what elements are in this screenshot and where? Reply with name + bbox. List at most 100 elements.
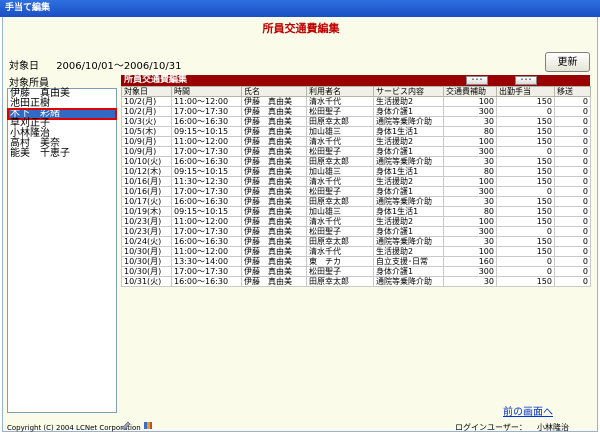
- table-cell: 10/2(月): [121, 96, 172, 107]
- table-cell: 伊藤 真由美: [241, 136, 307, 147]
- table-cell: 150: [496, 246, 555, 257]
- table-cell: 09:15～10:15: [171, 126, 242, 137]
- back-link[interactable]: 前の画面へ: [503, 403, 553, 418]
- table-cell: 身体1生活1: [373, 206, 444, 217]
- table-cell: 生活援助2: [373, 216, 444, 227]
- table-cell: 身体介護1: [373, 266, 444, 277]
- table-row[interactable]: 10/2(月) 11:00～12:00 伊藤 真由美 清水千代 生活援助2 100 150 0: [121, 96, 591, 107]
- table-row[interactable]: 10/16(月) 11:30～12:30 伊藤 真由美 清水千代 生活援助2 100 150…: [121, 176, 591, 187]
- column-header[interactable]: 交通費補助: [443, 86, 497, 97]
- grid-panel: 所員交通費編集 ･･･ ･･･ 対象日 時間 氏名 利用者名 サービス内容 交通費補助 出勤…: [121, 75, 591, 375]
- table-cell: 身体介護1: [373, 146, 444, 157]
- table-cell: 0: [554, 146, 591, 157]
- column-header[interactable]: 移送: [554, 86, 591, 97]
- table-cell: 10/16(月): [121, 186, 172, 197]
- table-cell: 清水千代: [306, 96, 374, 107]
- table-cell: 加山雄三: [306, 206, 374, 217]
- staff-label: 対象所員: [9, 78, 49, 89]
- table-cell: 100: [443, 176, 497, 187]
- table-cell: 加山雄三: [306, 126, 374, 137]
- table-cell: 17:00～17:30: [171, 266, 242, 277]
- table-cell: 0: [554, 206, 591, 217]
- table-cell: 身体介護1: [373, 186, 444, 197]
- table-row[interactable]: 10/12(木) 09:15～10:15 伊藤 真由美 加山雄三 身体1生活1 80 150…: [121, 166, 591, 177]
- table-row[interactable]: 10/3(火) 16:00～16:30 伊藤 真由美 田原幸太郎 通院等乗降介助 30 15…: [121, 116, 591, 127]
- table-cell: 田原幸太郎: [306, 196, 374, 207]
- table-row[interactable]: 10/31(火) 16:00～16:30 伊藤 真由美 田原幸太郎 通院等乗降介助 30 1…: [121, 276, 591, 287]
- column-header[interactable]: サービス内容: [373, 86, 444, 97]
- table-cell: 10/17(火): [121, 196, 172, 207]
- pencil-icon[interactable]: [121, 421, 131, 430]
- column-header[interactable]: 出勤手当: [496, 86, 555, 97]
- table-cell: 16:00～16:30: [171, 156, 242, 167]
- table-row[interactable]: 10/9(月) 17:00～17:30 伊藤 真由美 松田聖子 身体介護1 300 0 0: [121, 146, 591, 157]
- table-cell: 0: [554, 216, 591, 227]
- table-cell: 0: [496, 106, 555, 117]
- table-cell: 30: [443, 276, 497, 287]
- column-header[interactable]: 利用者名: [306, 86, 374, 97]
- table-cell: 10/19(木): [121, 206, 172, 217]
- table-cell: 100: [443, 246, 497, 257]
- table-row[interactable]: 10/23(月) 17:00～17:30 伊藤 真由美 松田聖子 身体介護1 300 0 0: [121, 226, 591, 237]
- table-cell: 10/23(月): [121, 226, 172, 237]
- table-row[interactable]: 10/16(月) 17:00～17:30 伊藤 真由美 松田聖子 身体介護1 300 0 0: [121, 186, 591, 197]
- table-body: 10/2(月) 11:00～12:00 伊藤 真由美 清水千代 生活援助2 100 150 0…: [121, 96, 591, 287]
- table-cell: 伊藤 真由美: [241, 106, 307, 117]
- table-row[interactable]: 10/30(月) 13:30～14:00 伊藤 真由美東 チカ 自立支援･日常 160 0…: [121, 256, 591, 267]
- table-cell: 田原幸太郎: [306, 156, 374, 167]
- book-icon[interactable]: [143, 421, 153, 430]
- table-cell: 自立支援･日常: [373, 256, 444, 267]
- table-row[interactable]: 10/2(月) 17:00～17:30 伊藤 真由美 松田聖子 身体介護1 300 0 0: [121, 106, 591, 117]
- table-cell: 松田聖子: [306, 146, 374, 157]
- table-cell: 300: [443, 266, 497, 277]
- table-cell: 田原幸太郎: [306, 236, 374, 247]
- login-label: ログインユーザー：: [455, 423, 527, 432]
- table-cell: 80: [443, 166, 497, 177]
- table-cell: 伊藤 真由美: [241, 156, 307, 167]
- table-cell: 伊藤 真由美: [241, 206, 307, 217]
- table-cell: 0: [554, 166, 591, 177]
- window-title: 手当て編集: [0, 0, 600, 17]
- table-cell: 0: [496, 256, 555, 267]
- table-cell: 0: [554, 186, 591, 197]
- table-cell: 松田聖子: [306, 266, 374, 277]
- table-row[interactable]: 10/17(火) 16:00～16:30 伊藤 真由美 田原幸太郎 通院等乗降介助 30 1…: [121, 196, 591, 207]
- update-button[interactable]: 更新: [545, 52, 590, 72]
- table-cell: 16:00～16:30: [171, 196, 242, 207]
- table-row[interactable]: 10/9(月) 11:00～12:00 伊藤 真由美 清水千代 生活援助2 100 150 0: [121, 136, 591, 147]
- table-row[interactable]: 10/24(火) 16:00～16:30 伊藤 真由美 田原幸太郎 通院等乗降介助 30 1…: [121, 236, 591, 247]
- table-row[interactable]: 10/23(月) 11:00～12:00 伊藤 真由美 清水千代 生活援助2 100 150…: [121, 216, 591, 227]
- table-row[interactable]: 10/30(月) 11:00～12:00 伊藤 真由美 清水千代 生活援助2 100 150…: [121, 246, 591, 257]
- table-cell: 10/3(火): [121, 116, 172, 127]
- table-cell: 10/24(火): [121, 236, 172, 247]
- table-row[interactable]: 10/19(木) 09:15～10:15 伊藤 真由美 加山雄三 身体1生活1 80 150…: [121, 206, 591, 217]
- column-header[interactable]: 氏名: [241, 86, 307, 97]
- more-button-2[interactable]: ･･･: [515, 76, 537, 85]
- table-cell: 13:30～14:00: [171, 256, 242, 267]
- table-cell: 0: [554, 176, 591, 187]
- table-row[interactable]: 10/30(月) 17:00～17:30 伊藤 真由美 松田聖子 身体介護1 300 0 0: [121, 266, 591, 277]
- table-cell: 伊藤 真由美: [241, 226, 307, 237]
- staff-item[interactable]: 能美 千恵子: [8, 149, 116, 159]
- staff-list[interactable]: 伊藤 真由美 池田正樹 木下 彩緒 草刈正子 小林隆治 高村 美奈 能美 千恵子: [7, 88, 117, 413]
- table-cell: 生活援助2: [373, 136, 444, 147]
- table-cell: 0: [554, 116, 591, 127]
- table-cell: 16:00～16:30: [171, 276, 242, 287]
- table-cell: 11:30～12:30: [171, 176, 242, 187]
- table-cell: 生活援助2: [373, 246, 444, 257]
- table-cell: 通院等乗降介助: [373, 156, 444, 167]
- table-cell: 伊藤 真由美: [241, 246, 307, 257]
- table-cell: 通院等乗降介助: [373, 116, 444, 127]
- table-row[interactable]: 10/5(木) 09:15～10:15 伊藤 真由美 加山雄三 身体1生活1 80 150 0: [121, 126, 591, 137]
- more-button-1[interactable]: ･･･: [466, 76, 488, 85]
- column-header[interactable]: 対象日: [121, 86, 172, 97]
- table-cell: 身体介護1: [373, 106, 444, 117]
- table-row[interactable]: 10/10(火) 16:00～16:30 伊藤 真由美 田原幸太郎 通院等乗降介助 30 1…: [121, 156, 591, 167]
- column-header[interactable]: 時間: [171, 86, 242, 97]
- table-cell: 伊藤 真由美: [241, 186, 307, 197]
- table-cell: 11:00～12:00: [171, 246, 242, 257]
- table-cell: 0: [554, 246, 591, 257]
- table-cell: 伊藤 真由美: [241, 116, 307, 127]
- table-cell: 0: [554, 226, 591, 237]
- table-cell: 17:00～17:30: [171, 186, 242, 197]
